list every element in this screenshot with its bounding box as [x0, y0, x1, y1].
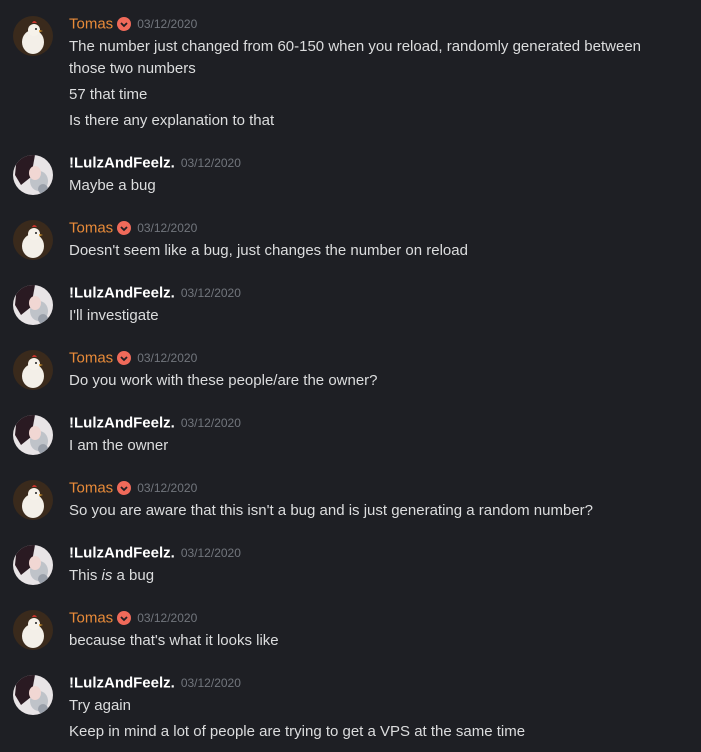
- message-header: Tomas 03/12/2020: [69, 15, 197, 35]
- message-text: Do you work with these people/are the ow…: [69, 372, 378, 389]
- timestamp: 03/12/2020: [180, 155, 241, 170]
- message-text: Is there any explanation to that: [69, 112, 275, 129]
- timestamp: 03/12/2020: [180, 285, 241, 300]
- avatar-tomas[interactable]: [13, 610, 53, 650]
- anime-avatar-icon: [13, 545, 53, 585]
- heart-badge-icon: [117, 220, 132, 235]
- avatar-lulz[interactable]: [13, 415, 53, 455]
- username[interactable]: !LulzAndFeelz.: [69, 674, 175, 691]
- anime-avatar-icon: [13, 675, 53, 715]
- avatar-lulz[interactable]: [13, 675, 53, 715]
- timestamp: 03/12/2020: [180, 545, 241, 560]
- chicken-avatar-icon: [13, 16, 53, 56]
- username[interactable]: Tomas: [69, 479, 113, 496]
- message-text: Doesn't seem like a bug, just changes th…: [69, 242, 468, 259]
- message-header: !LulzAndFeelz. 03/12/2020: [69, 284, 241, 304]
- timestamp: 03/12/2020: [137, 16, 198, 31]
- timestamp: 03/12/2020: [180, 675, 241, 690]
- username[interactable]: Tomas: [69, 219, 113, 236]
- chicken-avatar-icon: [13, 610, 53, 650]
- username[interactable]: !LulzAndFeelz.: [69, 284, 175, 301]
- username[interactable]: !LulzAndFeelz.: [69, 414, 175, 431]
- username[interactable]: Tomas: [69, 349, 113, 366]
- message-text: I am the owner: [69, 437, 169, 454]
- heart-badge-icon: [117, 16, 132, 31]
- chicken-avatar-icon: [13, 480, 53, 520]
- message-text-part: This: [69, 567, 102, 584]
- message-header: !LulzAndFeelz. 03/12/2020: [69, 414, 241, 434]
- avatar-tomas[interactable]: [13, 16, 53, 56]
- anime-avatar-icon: [13, 155, 53, 195]
- anime-avatar-icon: [13, 285, 53, 325]
- chicken-avatar-icon: [13, 220, 53, 260]
- timestamp: 03/12/2020: [180, 415, 241, 430]
- message-text: because that's what it looks like: [69, 632, 279, 649]
- message-text: This is a bug: [69, 565, 154, 587]
- message-header: Tomas 03/12/2020: [69, 609, 197, 629]
- anime-avatar-icon: [13, 415, 53, 455]
- message-text: The number just changed from 60-150 when…: [69, 38, 642, 77]
- message-text: 57 that time: [69, 86, 148, 103]
- chat-message-list: Tomas 03/12/2020 The number just changed …: [0, 0, 701, 752]
- timestamp: 03/12/2020: [137, 480, 198, 495]
- chicken-avatar-icon: [13, 350, 53, 390]
- message-text: Keep in mind a lot of people are trying …: [69, 723, 526, 740]
- message-text: I'll investigate: [69, 307, 159, 324]
- timestamp: 03/12/2020: [137, 220, 198, 235]
- heart-badge-icon: [117, 610, 132, 625]
- username[interactable]: !LulzAndFeelz.: [69, 544, 175, 561]
- avatar-tomas[interactable]: [13, 350, 53, 390]
- message-header: !LulzAndFeelz. 03/12/2020: [69, 544, 241, 564]
- username[interactable]: Tomas: [69, 15, 113, 32]
- message-header: Tomas 03/12/2020: [69, 479, 197, 499]
- message-header: Tomas 03/12/2020: [69, 349, 197, 369]
- heart-badge-icon: [117, 350, 132, 365]
- avatar-lulz[interactable]: [13, 545, 53, 585]
- message-text-part: a bug: [112, 567, 155, 584]
- username[interactable]: !LulzAndFeelz.: [69, 154, 175, 171]
- message-text: Maybe a bug: [69, 177, 156, 194]
- avatar-tomas[interactable]: [13, 480, 53, 520]
- message-header: Tomas 03/12/2020: [69, 219, 197, 239]
- timestamp: 03/12/2020: [137, 350, 198, 365]
- avatar-tomas[interactable]: [13, 220, 53, 260]
- avatar-lulz[interactable]: [13, 155, 53, 195]
- message-text: So you are aware that this isn't a bug a…: [69, 502, 594, 519]
- message-text-emphasis: is: [101, 567, 113, 584]
- avatar-lulz[interactable]: [13, 285, 53, 325]
- username[interactable]: Tomas: [69, 609, 113, 626]
- message-header: !LulzAndFeelz. 03/12/2020: [69, 674, 241, 694]
- message-text: Try again: [69, 697, 131, 714]
- timestamp: 03/12/2020: [137, 610, 198, 625]
- message-header: !LulzAndFeelz. 03/12/2020: [69, 154, 241, 174]
- heart-badge-icon: [117, 480, 132, 495]
